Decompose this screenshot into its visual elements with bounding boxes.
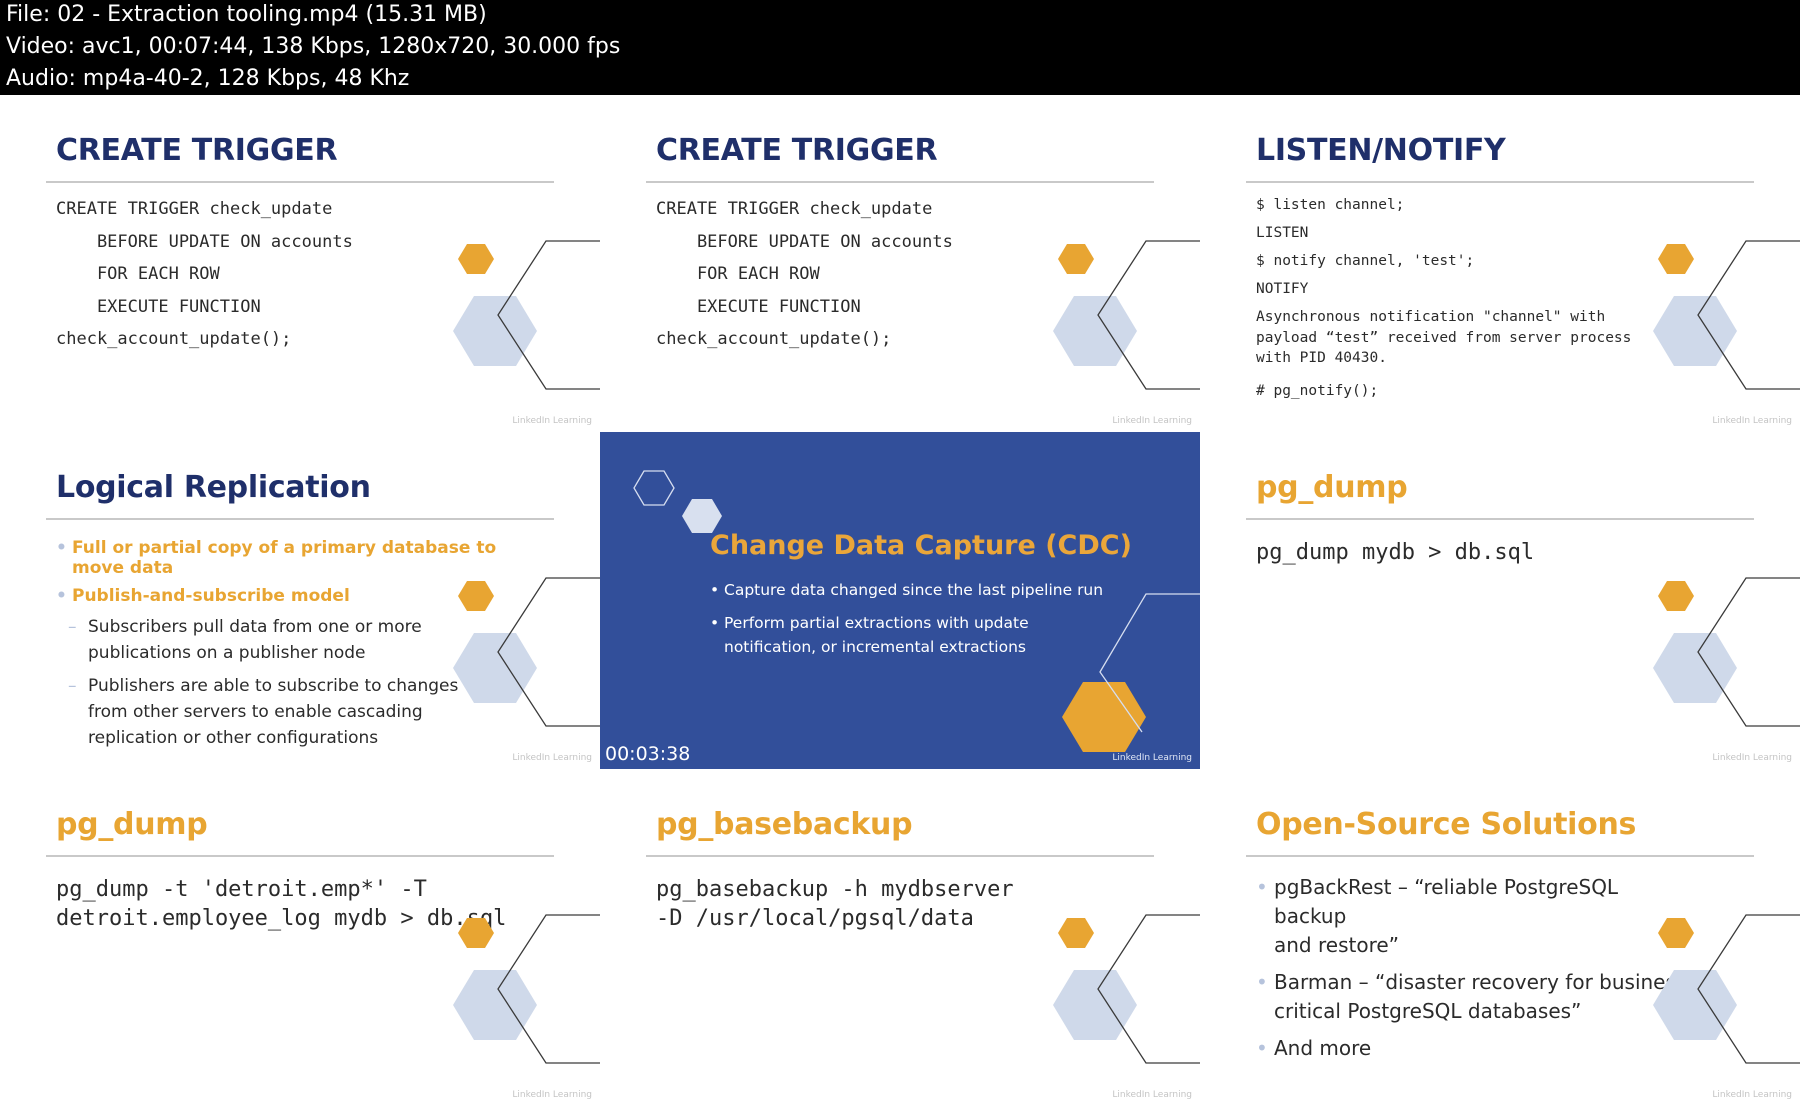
title-divider <box>46 855 554 857</box>
slide-title: LISTEN/NOTIFY <box>1256 133 1506 168</box>
code-line: pg_basebackup -h mydbserver <box>656 877 1014 902</box>
slide-title: Open-Source Solutions <box>1256 807 1637 842</box>
title-divider <box>46 518 554 520</box>
linkedin-learning-watermark: LinkedIn Learning <box>1712 753 1792 763</box>
bullet-line: Barman – “disaster recovery for business <box>1274 970 1687 994</box>
hexagon-decoration-icon <box>1062 593 1200 752</box>
thumbnail-listen-notify[interactable]: LISTEN/NOTIFY $ listen channel; LISTEN $ n… <box>1200 95 1800 432</box>
hexagon-decoration-icon <box>1653 914 1800 1064</box>
code-block: CREATE TRIGGER check_update BEFORE UPDAT… <box>56 193 353 356</box>
code-block: pg_basebackup -h mydbserver -D /usr/local… <box>656 875 1014 933</box>
hexagon-decoration-icon <box>453 240 600 390</box>
bullet-line: critical PostgreSQL databases” <box>1274 999 1582 1023</box>
bullet-line: and restore” <box>1274 933 1400 957</box>
thumbnail-create-trigger-2[interactable]: CREATE TRIGGER CREATE TRIGGER check_upda… <box>600 95 1200 432</box>
file-info-line: File: 02 - Extraction tooling.mp4 (15.31… <box>6 2 487 27</box>
slide-title: CREATE TRIGGER <box>56 133 338 168</box>
code-line: # pg_notify(); <box>1256 382 1379 399</box>
hexagon-decoration-icon <box>1053 240 1200 390</box>
code-line: CREATE TRIGGER check_update <box>56 199 333 219</box>
thumbnail-grid: CREATE TRIGGER CREATE TRIGGER check_upda… <box>0 95 1800 1107</box>
hexagon-decoration-icon <box>453 914 600 1064</box>
thumbnail-logical-replication[interactable]: Logical Replication Full or partial copy… <box>0 432 600 769</box>
code-line: check_account_update(); <box>656 329 892 349</box>
linkedin-learning-watermark: LinkedIn Learning <box>1712 416 1792 426</box>
thumbnail-pg-dump-1[interactable]: pg_dump pg_dump mydb > db.sql LinkedIn L… <box>1200 432 1800 769</box>
bullet-list: pgBackRest – “reliable PostgreSQL backup… <box>1256 873 1696 1071</box>
linkedin-learning-watermark: LinkedIn Learning <box>1112 1090 1192 1100</box>
code-block: pg_dump -t 'detroit.emp*' -T detroit.empl… <box>56 875 506 933</box>
slide-title: pg_dump <box>56 807 208 842</box>
bullet-list: Capture data changed since the last pipe… <box>710 578 1110 668</box>
video-info-line: Video: avc1, 00:07:44, 138 Kbps, 1280x72… <box>6 34 621 59</box>
code-line: detroit.employee_log mydb > db.sql <box>56 906 507 931</box>
code-line: check_account_update(); <box>56 329 292 349</box>
bullet-item: Perform partial extractions with update n… <box>710 611 1110 659</box>
code-line: pg_dump mydb > db.sql <box>1256 540 1535 565</box>
notification-message: Asynchronous notification "channel" with… <box>1256 307 1631 369</box>
code-block: $ listen channel; LISTEN $ notify channel,… <box>1256 191 1631 405</box>
slide-title: pg_dump <box>1256 470 1408 505</box>
title-divider <box>1246 518 1754 520</box>
linkedin-learning-watermark: LinkedIn Learning <box>1712 1090 1792 1100</box>
title-divider <box>1246 855 1754 857</box>
bullet-item: Capture data changed since the last pipe… <box>710 578 1110 602</box>
thumbnail-open-source-solutions[interactable]: Open-Source Solutions pgBackRest – “reli… <box>1200 769 1800 1106</box>
hexagon-decoration-icon <box>1053 914 1200 1064</box>
bullet-line: pgBackRest – “reliable PostgreSQL backup <box>1274 875 1619 928</box>
linkedin-learning-watermark: LinkedIn Learning <box>512 753 592 763</box>
code-line: EXECUTE FUNCTION <box>656 296 861 317</box>
bullet-line: notification, or incremental extractions <box>724 638 1026 656</box>
code-line: $ notify channel, 'test'; <box>1256 253 1475 269</box>
linkedin-learning-watermark: LinkedIn Learning <box>512 416 592 426</box>
slide-title: Logical Replication <box>56 470 371 505</box>
code-line: NOTIFY <box>1256 281 1309 297</box>
title-divider <box>646 855 1154 857</box>
code-line: pg_dump -t 'detroit.emp*' -T <box>56 877 427 902</box>
code-line: LISTEN <box>1256 225 1309 241</box>
video-info-header: File: 02 - Extraction tooling.mp4 (15.31… <box>0 0 1800 95</box>
bullet-item: pgBackRest – “reliable PostgreSQL backup… <box>1256 873 1696 960</box>
thumbnail-cdc-current[interactable]: Change Data Capture (CDC) Capture data c… <box>600 432 1200 769</box>
bullet-item: Barman – “disaster recovery for business… <box>1256 968 1696 1026</box>
slide-title: pg_basebackup <box>656 807 913 842</box>
code-block: pg_dump mydb > db.sql <box>1256 538 1534 567</box>
slide-title: Change Data Capture (CDC) <box>710 530 1132 561</box>
thumbnail-pg-basebackup[interactable]: pg_basebackup pg_basebackup -h mydbserve… <box>600 769 1200 1106</box>
bullet-line: Perform partial extractions with update <box>724 614 1029 632</box>
linkedin-learning-watermark: LinkedIn Learning <box>1112 753 1192 763</box>
slide-title: CREATE TRIGGER <box>656 133 938 168</box>
code-line: -D /usr/local/pgsql/data <box>656 906 974 931</box>
bullet-item: And more <box>1256 1034 1696 1063</box>
hexagon-outline-icon <box>633 470 722 533</box>
code-line: BEFORE UPDATE ON accounts <box>656 231 953 252</box>
linkedin-learning-watermark: LinkedIn Learning <box>1112 416 1192 426</box>
audio-info-line: Audio: mp4a-40-2, 128 Kbps, 48 Khz <box>6 66 410 91</box>
code-line: EXECUTE FUNCTION <box>56 296 261 317</box>
code-line: BEFORE UPDATE ON accounts <box>56 231 353 252</box>
code-line: FOR EACH ROW <box>656 264 820 284</box>
thumbnail-create-trigger-1[interactable]: CREATE TRIGGER CREATE TRIGGER check_upda… <box>0 95 600 432</box>
hexagon-decoration-icon <box>453 577 600 727</box>
video-timestamp: 00:03:38 <box>605 743 691 765</box>
code-line: Asynchronous notification "channel" with <box>1256 309 1606 325</box>
title-divider <box>46 181 554 183</box>
code-line: payload “test” received from server proc… <box>1256 329 1632 346</box>
code-line: FOR EACH ROW <box>56 264 220 284</box>
linkedin-learning-watermark: LinkedIn Learning <box>512 1090 592 1100</box>
title-divider <box>646 181 1154 183</box>
code-line: $ listen channel; <box>1256 197 1405 213</box>
bullet-line: Capture data changed since the last pipe… <box>724 581 1104 599</box>
code-block: CREATE TRIGGER check_update BEFORE UPDAT… <box>656 193 953 356</box>
bullet-line: And more <box>1274 1036 1372 1060</box>
title-divider <box>1246 181 1754 183</box>
hexagon-decoration-icon <box>1653 577 1800 727</box>
code-line: CREATE TRIGGER check_update <box>656 199 933 219</box>
hexagon-decoration-icon <box>1653 240 1800 390</box>
thumbnail-pg-dump-2[interactable]: pg_dump pg_dump -t 'detroit.emp*' -T detr… <box>0 769 600 1106</box>
code-line: with PID 40430. <box>1256 350 1387 366</box>
